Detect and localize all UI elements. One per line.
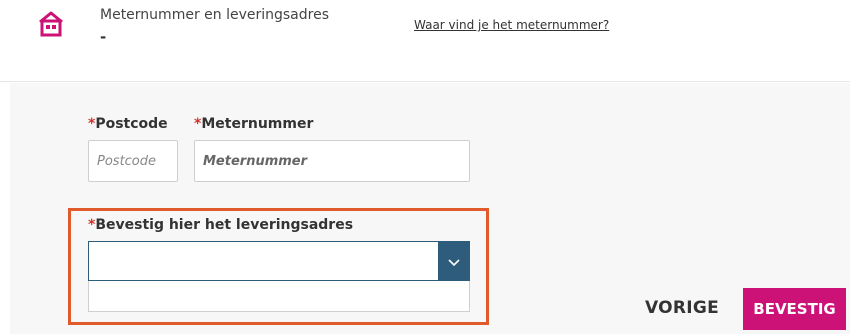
address-select-toggle[interactable] [438,241,470,281]
address-options-list[interactable] [88,281,470,312]
header-bar: Meternummer en leveringsadres - Waar vin… [0,0,850,82]
section-value: - [100,28,107,46]
postcode-label-text: Postcode [95,116,168,132]
chevron-down-icon [447,252,461,271]
confirm-button[interactable]: BEVESTIG [743,288,846,330]
postcode-input[interactable]: Postcode [88,140,178,182]
house-icon [36,10,66,38]
section-title: Meternummer en leveringsadres [100,7,330,23]
meternummer-label-text: Meternummer [201,116,314,132]
meter-help-link[interactable]: Waar vind je het meternummer? [414,18,609,32]
meternummer-label: *Meternummer [194,116,313,132]
address-label: *Bevestig hier het leveringsadres [88,217,353,233]
address-label-text: Bevestig hier het leveringsadres [95,217,354,233]
address-select[interactable] [88,241,470,281]
meternummer-input[interactable]: Meternummer [194,140,470,182]
previous-button[interactable]: VORIGE [645,288,719,328]
postcode-label: *Postcode [88,116,168,132]
